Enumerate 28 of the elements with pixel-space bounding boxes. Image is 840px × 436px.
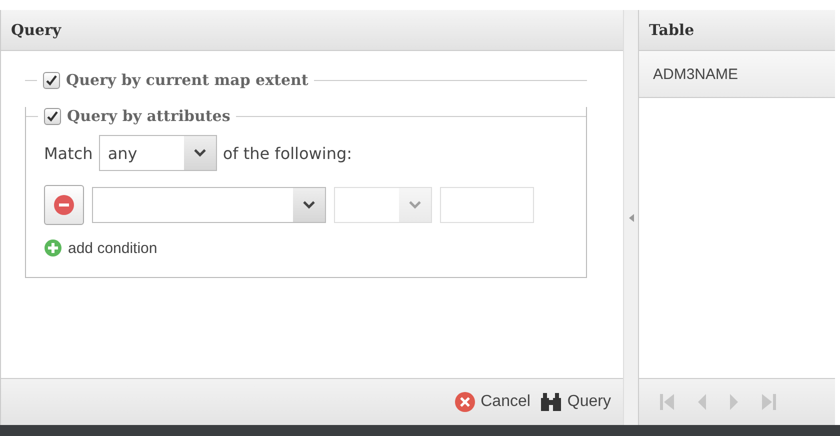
query-button[interactable]: Query xyxy=(538,390,613,414)
caret-icon xyxy=(303,201,315,209)
checkbox[interactable] xyxy=(43,72,60,88)
collapse-arrow-icon xyxy=(628,214,634,222)
splitter[interactable] xyxy=(623,10,638,425)
binoculars-icon xyxy=(540,392,562,412)
remove-condition-button[interactable] xyxy=(44,185,84,225)
match-label: Match xyxy=(44,144,93,162)
previous-page-icon xyxy=(697,393,707,411)
first-page-icon xyxy=(659,393,675,411)
match-suffix: of the following: xyxy=(222,144,352,162)
cancel-button[interactable]: Cancel xyxy=(452,389,532,415)
next-page-icon xyxy=(729,393,739,411)
minus-icon xyxy=(53,194,75,216)
match-dropdown[interactable]: any xyxy=(98,135,217,171)
caret-icon xyxy=(409,201,421,209)
group-label: Query by current map extent xyxy=(66,71,308,89)
panel-title: Query xyxy=(1,10,623,51)
checkbox[interactable] xyxy=(44,108,61,124)
column-header[interactable]: ADM3NAME xyxy=(639,51,835,98)
last-page-icon xyxy=(761,393,777,411)
add-condition-link[interactable]: add condition xyxy=(44,239,586,257)
cancel-icon xyxy=(454,391,476,413)
field-dropdown[interactable] xyxy=(92,187,326,223)
panel-title: Table xyxy=(639,10,835,51)
caret-icon xyxy=(194,149,206,157)
group-label: Query by attributes xyxy=(67,107,230,125)
plus-icon xyxy=(44,239,62,257)
